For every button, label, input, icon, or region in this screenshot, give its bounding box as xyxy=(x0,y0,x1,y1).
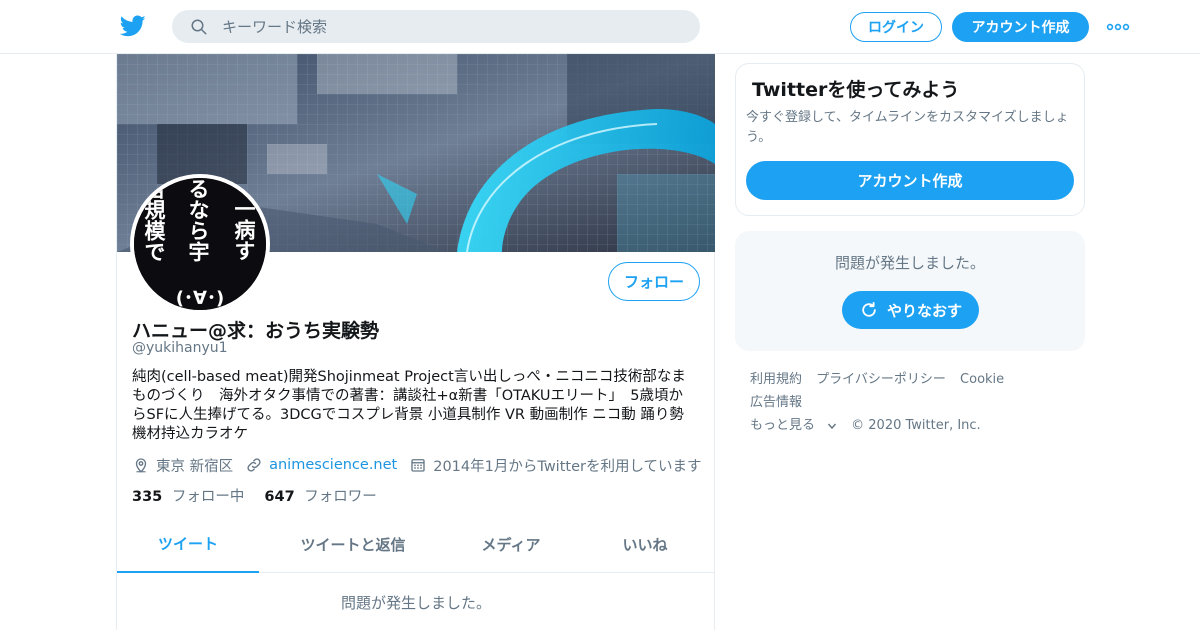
profile-avatar[interactable]: 宙規模で るなら宇 一病す (･∀･) xyxy=(130,174,270,314)
joined-item: 2014年1月からTwitterを利用しています xyxy=(409,455,702,476)
footer-link-terms[interactable]: 利用規約 xyxy=(750,372,802,387)
more-dots-icon[interactable] xyxy=(1106,17,1130,37)
location-text: 東京 新宿区 xyxy=(156,458,234,475)
search-box[interactable] xyxy=(172,10,700,43)
signup-card-description: 今すぐ登録して、タイムラインをカスタマイズしましょう。 xyxy=(746,110,1069,145)
avatar-face-text: (･∀･) xyxy=(176,288,224,309)
signup-card-button[interactable]: アカウント作成 xyxy=(746,161,1074,200)
footer-link-cookie[interactable]: Cookie xyxy=(960,372,1004,387)
website-item[interactable]: animescience.net xyxy=(245,456,397,474)
login-button[interactable]: ログイン xyxy=(850,12,942,42)
footer-more-label: もっと見る xyxy=(750,418,816,433)
tab-tweets-and-replies[interactable]: ツイートと返信 xyxy=(259,516,447,573)
top-navigation-bar: ログイン アカウント作成 xyxy=(0,0,1200,54)
timeline-error-message: 問題が発生しました。 xyxy=(340,594,491,612)
avatar-text-col-2: るなら宇 xyxy=(186,178,210,262)
tab-likes[interactable]: いいね xyxy=(575,516,715,573)
retry-button[interactable]: やりなおす xyxy=(842,291,979,329)
tab-media[interactable]: メディア xyxy=(447,516,575,573)
followers-label: フォロワー xyxy=(304,489,377,505)
chevron-down-icon xyxy=(827,423,837,429)
search-input[interactable] xyxy=(222,10,682,43)
link-icon xyxy=(247,458,261,472)
joined-text: 2014年1月からTwitterを利用しています xyxy=(433,458,702,475)
avatar-text-col-3: 一病す xyxy=(232,198,256,261)
signup-card: Twitterを使ってみよう 今すぐ登録して、タイムラインをカスタマイズしましょ… xyxy=(735,63,1085,216)
followers-stat[interactable]: 647 フォロワー xyxy=(264,485,376,506)
signup-card-title: Twitterを使ってみよう xyxy=(752,79,960,101)
refresh-icon xyxy=(862,302,876,317)
footer-link-ads[interactable]: 広告情報 xyxy=(750,395,802,410)
profile-column: 宙規模で るなら宇 一病す (･∀･) フォロー ハニュー@求：おうち実験勢 @… xyxy=(116,54,715,630)
following-stat[interactable]: 335 フォロー中 xyxy=(132,485,244,506)
profile-stats: 335 フォロー中 647 フォロワー xyxy=(132,485,397,506)
profile-display-name: ハニュー@求：おうち実験勢 xyxy=(132,320,380,342)
tab-tweets[interactable]: ツイート xyxy=(117,516,259,573)
profile-meta: 東京 新宿区 animescience.net 2014年1月からTwitter… xyxy=(132,454,714,476)
footer-link-privacy[interactable]: プライバシーポリシー xyxy=(816,372,946,387)
twitter-bird-icon[interactable] xyxy=(120,13,146,39)
profile-handle: @yukihanyu1 xyxy=(132,340,228,356)
search-icon xyxy=(191,19,207,35)
location-item: 東京 新宿区 xyxy=(132,455,233,476)
calendar-icon xyxy=(411,459,425,472)
profile-tabs: ツイート ツイートと返信 メディア いいね xyxy=(117,516,715,573)
error-box-message: 問題が発生しました。 xyxy=(834,254,985,272)
followers-count: 647 xyxy=(264,489,295,505)
signup-button[interactable]: アカウント作成 xyxy=(952,12,1089,42)
retry-button-label: やりなおす xyxy=(886,301,962,320)
profile-bio: 純肉(cell-based meat)開発Shojinmeat Project言… xyxy=(132,369,686,442)
error-box: 問題が発生しました。 やりなおす xyxy=(735,231,1085,351)
follow-button[interactable]: フォロー xyxy=(608,262,700,301)
following-count: 335 xyxy=(132,489,163,505)
footer-more-link[interactable]: もっと見る xyxy=(750,418,837,433)
website-link[interactable]: animescience.net xyxy=(269,457,397,473)
footer-links: 利用規約 プライバシーポリシー Cookie 広告情報 もっと見る © 2020… xyxy=(750,368,1080,437)
footer-copyright: © 2020 Twitter, Inc. xyxy=(851,418,981,433)
following-label: フォロー中 xyxy=(171,489,245,505)
location-pin-icon xyxy=(135,458,147,473)
